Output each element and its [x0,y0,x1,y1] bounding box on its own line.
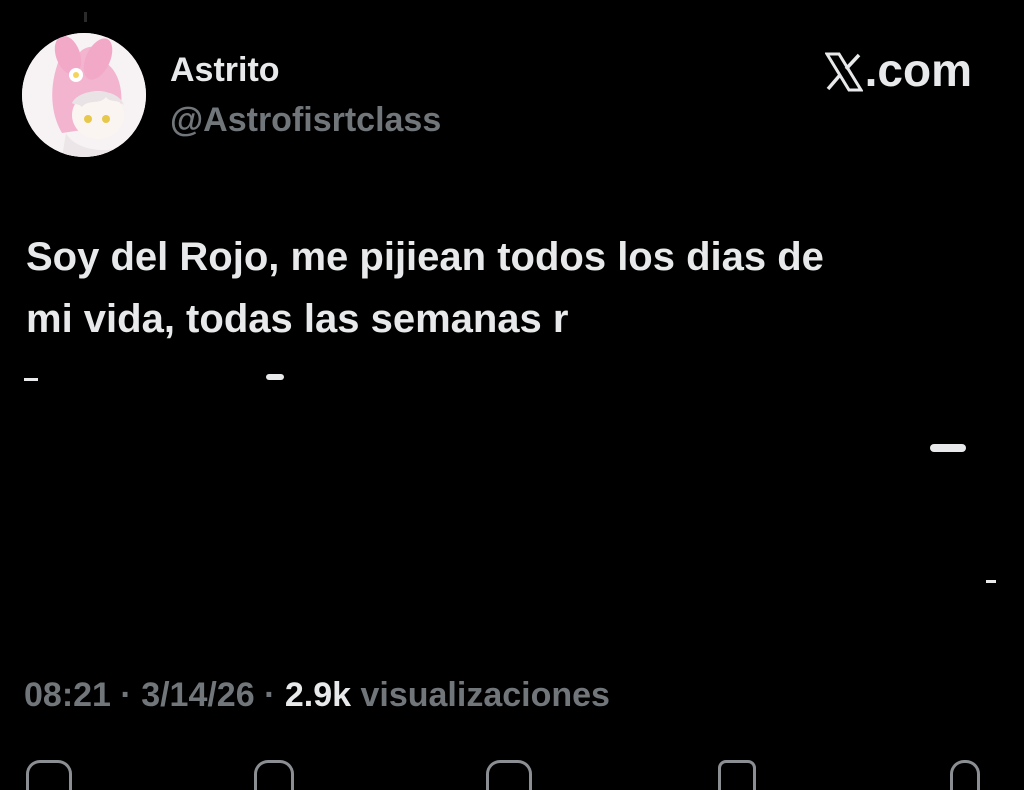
tweet-metadata: 08:21 · 3/14/26 · 2.9k visualizaciones [24,672,610,718]
text-artifact [266,374,284,380]
like-icon[interactable] [486,760,532,790]
text-artifact [24,378,38,381]
tweet-text-line: mi vida, todas las semanas r [26,297,569,341]
tweet-time[interactable]: 08:21 [24,676,111,714]
brand-domain: .com [864,44,972,96]
tweet-body: Soy del Rojo, me pijiean todos los dias … [26,226,986,350]
meta-separator: · [254,676,285,714]
text-artifact [930,444,966,452]
tweet-date[interactable]: 3/14/26 [141,676,254,714]
reply-icon[interactable] [26,760,72,790]
x-logo-icon [823,50,864,92]
action-bar [0,752,1024,790]
avatar-illustration-icon [22,33,146,157]
bookmark-icon[interactable] [718,760,756,790]
tweet-card: Astrito @Astrofisrtclass .com Soy del Ro… [0,0,1024,790]
meta-separator: · [110,676,142,714]
author-name[interactable]: Astrito [170,50,280,90]
text-artifact [986,580,996,583]
author-handle[interactable]: @Astrofisrtclass [170,100,441,140]
brand-watermark: .com [823,44,972,96]
avatar[interactable] [22,33,146,157]
divider-tick [84,12,87,22]
tweet-text-line: Soy del Rojo, me pijiean todos los dias … [26,235,824,279]
views-label: visualizaciones [351,676,610,714]
retweet-icon[interactable] [254,760,294,790]
share-icon[interactable] [950,760,980,790]
views-count: 2.9k [284,676,352,714]
